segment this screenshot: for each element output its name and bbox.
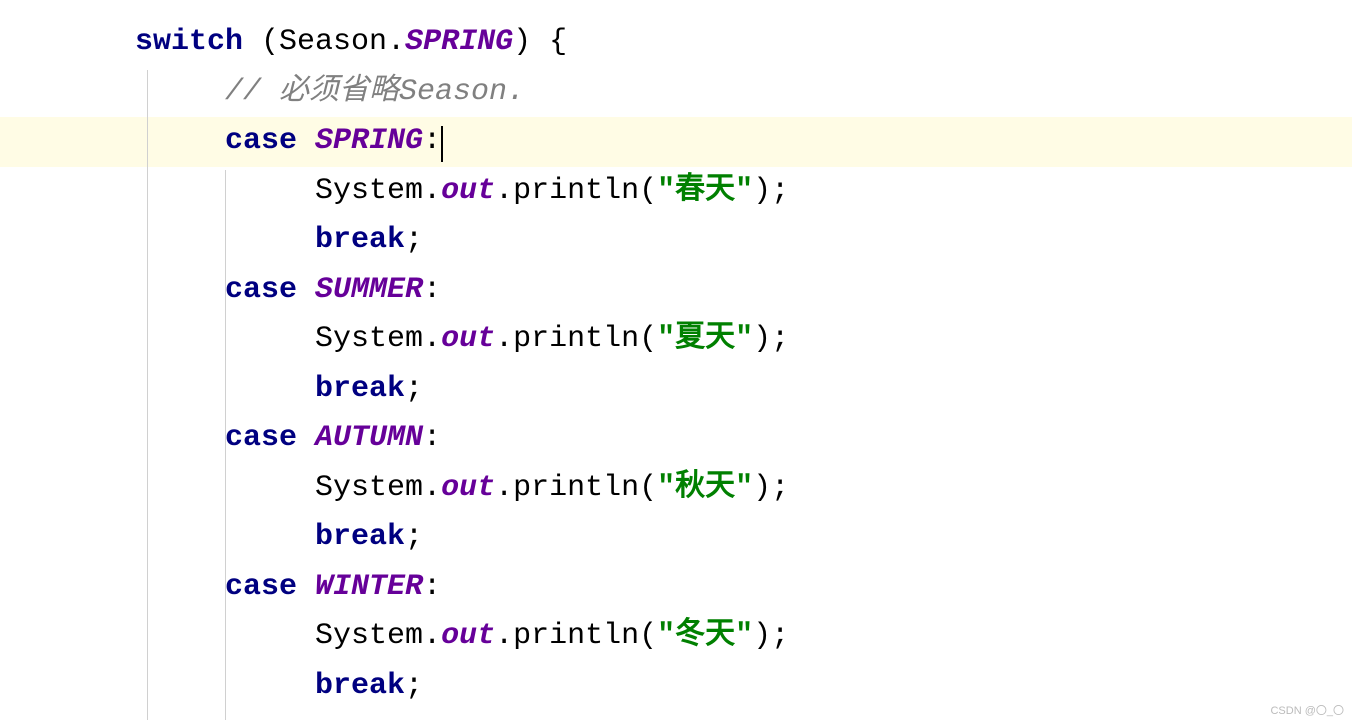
dot: . <box>423 174 441 208</box>
code-line[interactable]: switch (Season.SPRING) { <box>135 18 1352 68</box>
paren: ); <box>753 322 789 356</box>
method-call: println <box>513 619 639 653</box>
code-line[interactable]: System.out.println("春天"); <box>135 167 1352 217</box>
method-call: println <box>513 174 639 208</box>
code-line[interactable]: System.out.println("冬天"); <box>135 612 1352 662</box>
paren: ( <box>639 619 657 653</box>
dot: . <box>495 619 513 653</box>
class-name: System <box>315 322 423 356</box>
colon: : <box>423 124 441 158</box>
dot: . <box>495 174 513 208</box>
paren: ( <box>639 322 657 356</box>
dot: . <box>423 322 441 356</box>
code-line[interactable]: case WINTER: <box>135 563 1352 613</box>
static-field: out <box>441 619 495 653</box>
class-name: System <box>315 471 423 505</box>
method-call: println <box>513 471 639 505</box>
brace: { <box>531 25 567 59</box>
enum-constant: WINTER <box>315 570 423 604</box>
code-line[interactable]: break; <box>135 662 1352 712</box>
text-cursor <box>441 126 443 162</box>
semicolon: ; <box>405 372 423 406</box>
code-line[interactable]: break; <box>135 513 1352 563</box>
class-name: System <box>315 619 423 653</box>
string-literal: "秋天" <box>657 471 753 505</box>
class-name: Season <box>279 25 387 59</box>
keyword-case: case <box>225 421 297 455</box>
paren: ( <box>639 471 657 505</box>
enum-constant: SUMMER <box>315 273 423 307</box>
string-literal: "春天" <box>657 174 753 208</box>
dot: . <box>495 471 513 505</box>
code-line[interactable]: case SUMMER: <box>135 266 1352 316</box>
semicolon: ; <box>405 223 423 257</box>
watermark: CSDN @〇_〇 <box>1270 702 1344 720</box>
keyword-switch: switch <box>135 25 243 59</box>
enum-constant: SPRING <box>405 25 513 59</box>
string-literal: "冬天" <box>657 619 753 653</box>
keyword-break: break <box>315 223 405 257</box>
string-literal: "夏天" <box>657 322 753 356</box>
keyword-case: case <box>225 124 297 158</box>
class-name: System <box>315 174 423 208</box>
colon: : <box>423 273 441 307</box>
code-line[interactable]: // 必须省略Season. <box>135 68 1352 118</box>
code-line-highlighted[interactable]: case SPRING: <box>135 117 1352 167</box>
dot: . <box>423 471 441 505</box>
enum-constant: AUTUMN <box>315 421 423 455</box>
dot: . <box>423 619 441 653</box>
static-field: out <box>441 174 495 208</box>
paren: ) <box>513 25 531 59</box>
code-line[interactable]: System.out.println("夏天"); <box>135 315 1352 365</box>
dot: . <box>495 322 513 356</box>
paren: ); <box>753 619 789 653</box>
static-field: out <box>441 471 495 505</box>
code-line[interactable]: break; <box>135 216 1352 266</box>
keyword-break: break <box>315 372 405 406</box>
code-line[interactable]: break; <box>135 365 1352 415</box>
colon: : <box>423 421 441 455</box>
comment: // 必须省略Season. <box>225 75 525 109</box>
code-line[interactable]: System.out.println("秋天"); <box>135 464 1352 514</box>
code-line[interactable]: case AUTUMN: <box>135 414 1352 464</box>
static-field: out <box>441 322 495 356</box>
semicolon: ; <box>405 520 423 554</box>
semicolon: ; <box>405 669 423 703</box>
keyword-break: break <box>315 520 405 554</box>
keyword-case: case <box>225 570 297 604</box>
paren: ); <box>753 471 789 505</box>
colon: : <box>423 570 441 604</box>
dot: . <box>387 25 405 59</box>
keyword-break: break <box>315 669 405 703</box>
code-editor[interactable]: switch (Season.SPRING) { // 必须省略Season. … <box>0 0 1352 711</box>
keyword-case: case <box>225 273 297 307</box>
paren: ( <box>639 174 657 208</box>
paren: ); <box>753 174 789 208</box>
enum-constant: SPRING <box>315 124 423 158</box>
method-call: println <box>513 322 639 356</box>
paren: ( <box>243 25 279 59</box>
